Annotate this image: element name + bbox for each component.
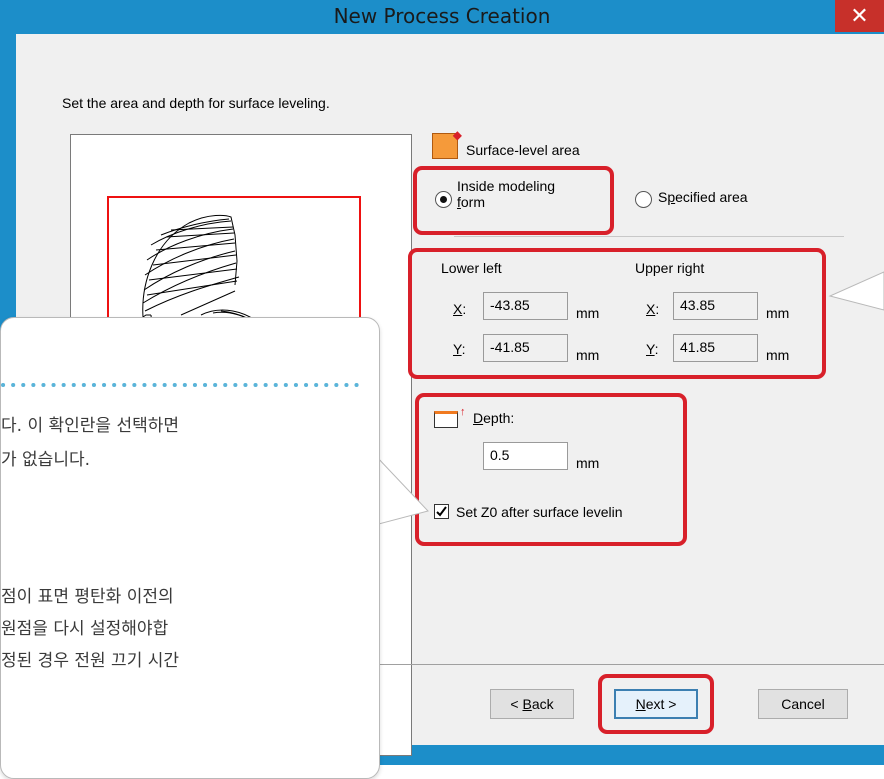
- callout-line-4: 원점을 다시 설정해야합: [1, 619, 169, 639]
- callout-line-5: 정된 경우 전원 끄기 시간: [1, 651, 180, 671]
- callout-line-2: 가 없습니다.: [1, 450, 91, 470]
- dotted-rule: [1, 383, 368, 387]
- left-callout-tail: [374, 453, 429, 526]
- callout-line-3: 점이 표면 평탄화 이전의: [1, 587, 174, 607]
- callout-box: 다. 이 확인란을 선택하면 가 없습니다. 점이 표면 평탄화 이전의 원점을…: [0, 317, 380, 779]
- callout-line-1: 다. 이 확인란을 선택하면: [1, 416, 180, 436]
- right-callout-tail: [828, 271, 884, 311]
